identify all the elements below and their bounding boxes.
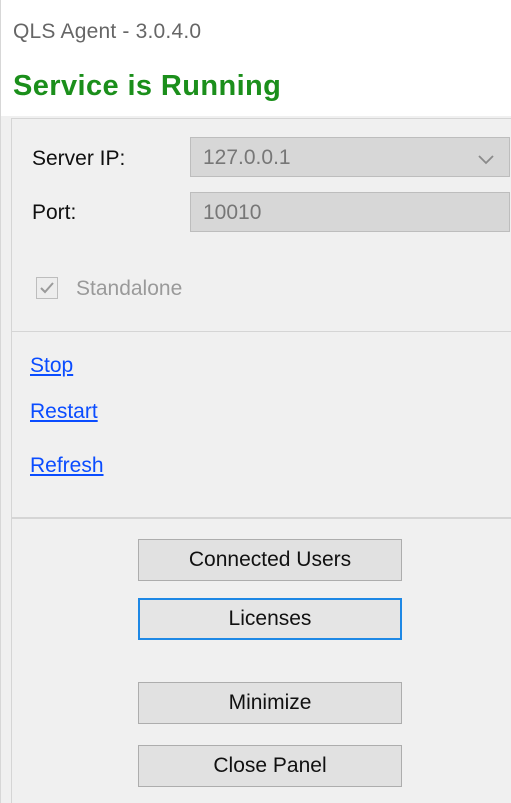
window-title: QLS Agent - 3.0.4.0 <box>13 20 202 43</box>
stop-link[interactable]: Stop <box>30 354 73 378</box>
refresh-link[interactable]: Refresh <box>30 454 104 478</box>
check-icon <box>40 282 54 294</box>
licenses-button[interactable]: Licenses <box>138 598 402 640</box>
qls-agent-window: QLS Agent - 3.0.4.0 Service is Running S… <box>0 0 511 803</box>
buttons-panel: Connected Users Licenses Minimize Close … <box>11 518 511 803</box>
actions-panel: Stop Restart Refresh <box>11 332 511 518</box>
server-ip-label: Server IP: <box>32 147 126 170</box>
port-field[interactable]: 10010 <box>190 192 510 232</box>
chevron-down-icon <box>477 149 495 165</box>
port-value: 10010 <box>203 201 262 224</box>
service-status: Service is Running <box>13 70 282 102</box>
standalone-checkbox[interactable] <box>36 277 58 299</box>
window-titlebar: QLS Agent - 3.0.4.0 <box>1 0 511 58</box>
minimize-button[interactable]: Minimize <box>138 682 402 724</box>
port-label: Port: <box>32 201 77 224</box>
server-ip-value: 127.0.0.1 <box>203 146 291 169</box>
server-ip-dropdown[interactable]: 127.0.0.1 <box>190 137 510 177</box>
close-panel-button[interactable]: Close Panel <box>138 745 402 787</box>
settings-panel: Server IP: 127.0.0.1 Port: 10010 Standal… <box>11 118 511 332</box>
restart-link[interactable]: Restart <box>30 400 98 424</box>
connected-users-button[interactable]: Connected Users <box>138 539 402 581</box>
standalone-label: Standalone <box>76 277 183 300</box>
status-bar: Service is Running <box>1 58 511 116</box>
